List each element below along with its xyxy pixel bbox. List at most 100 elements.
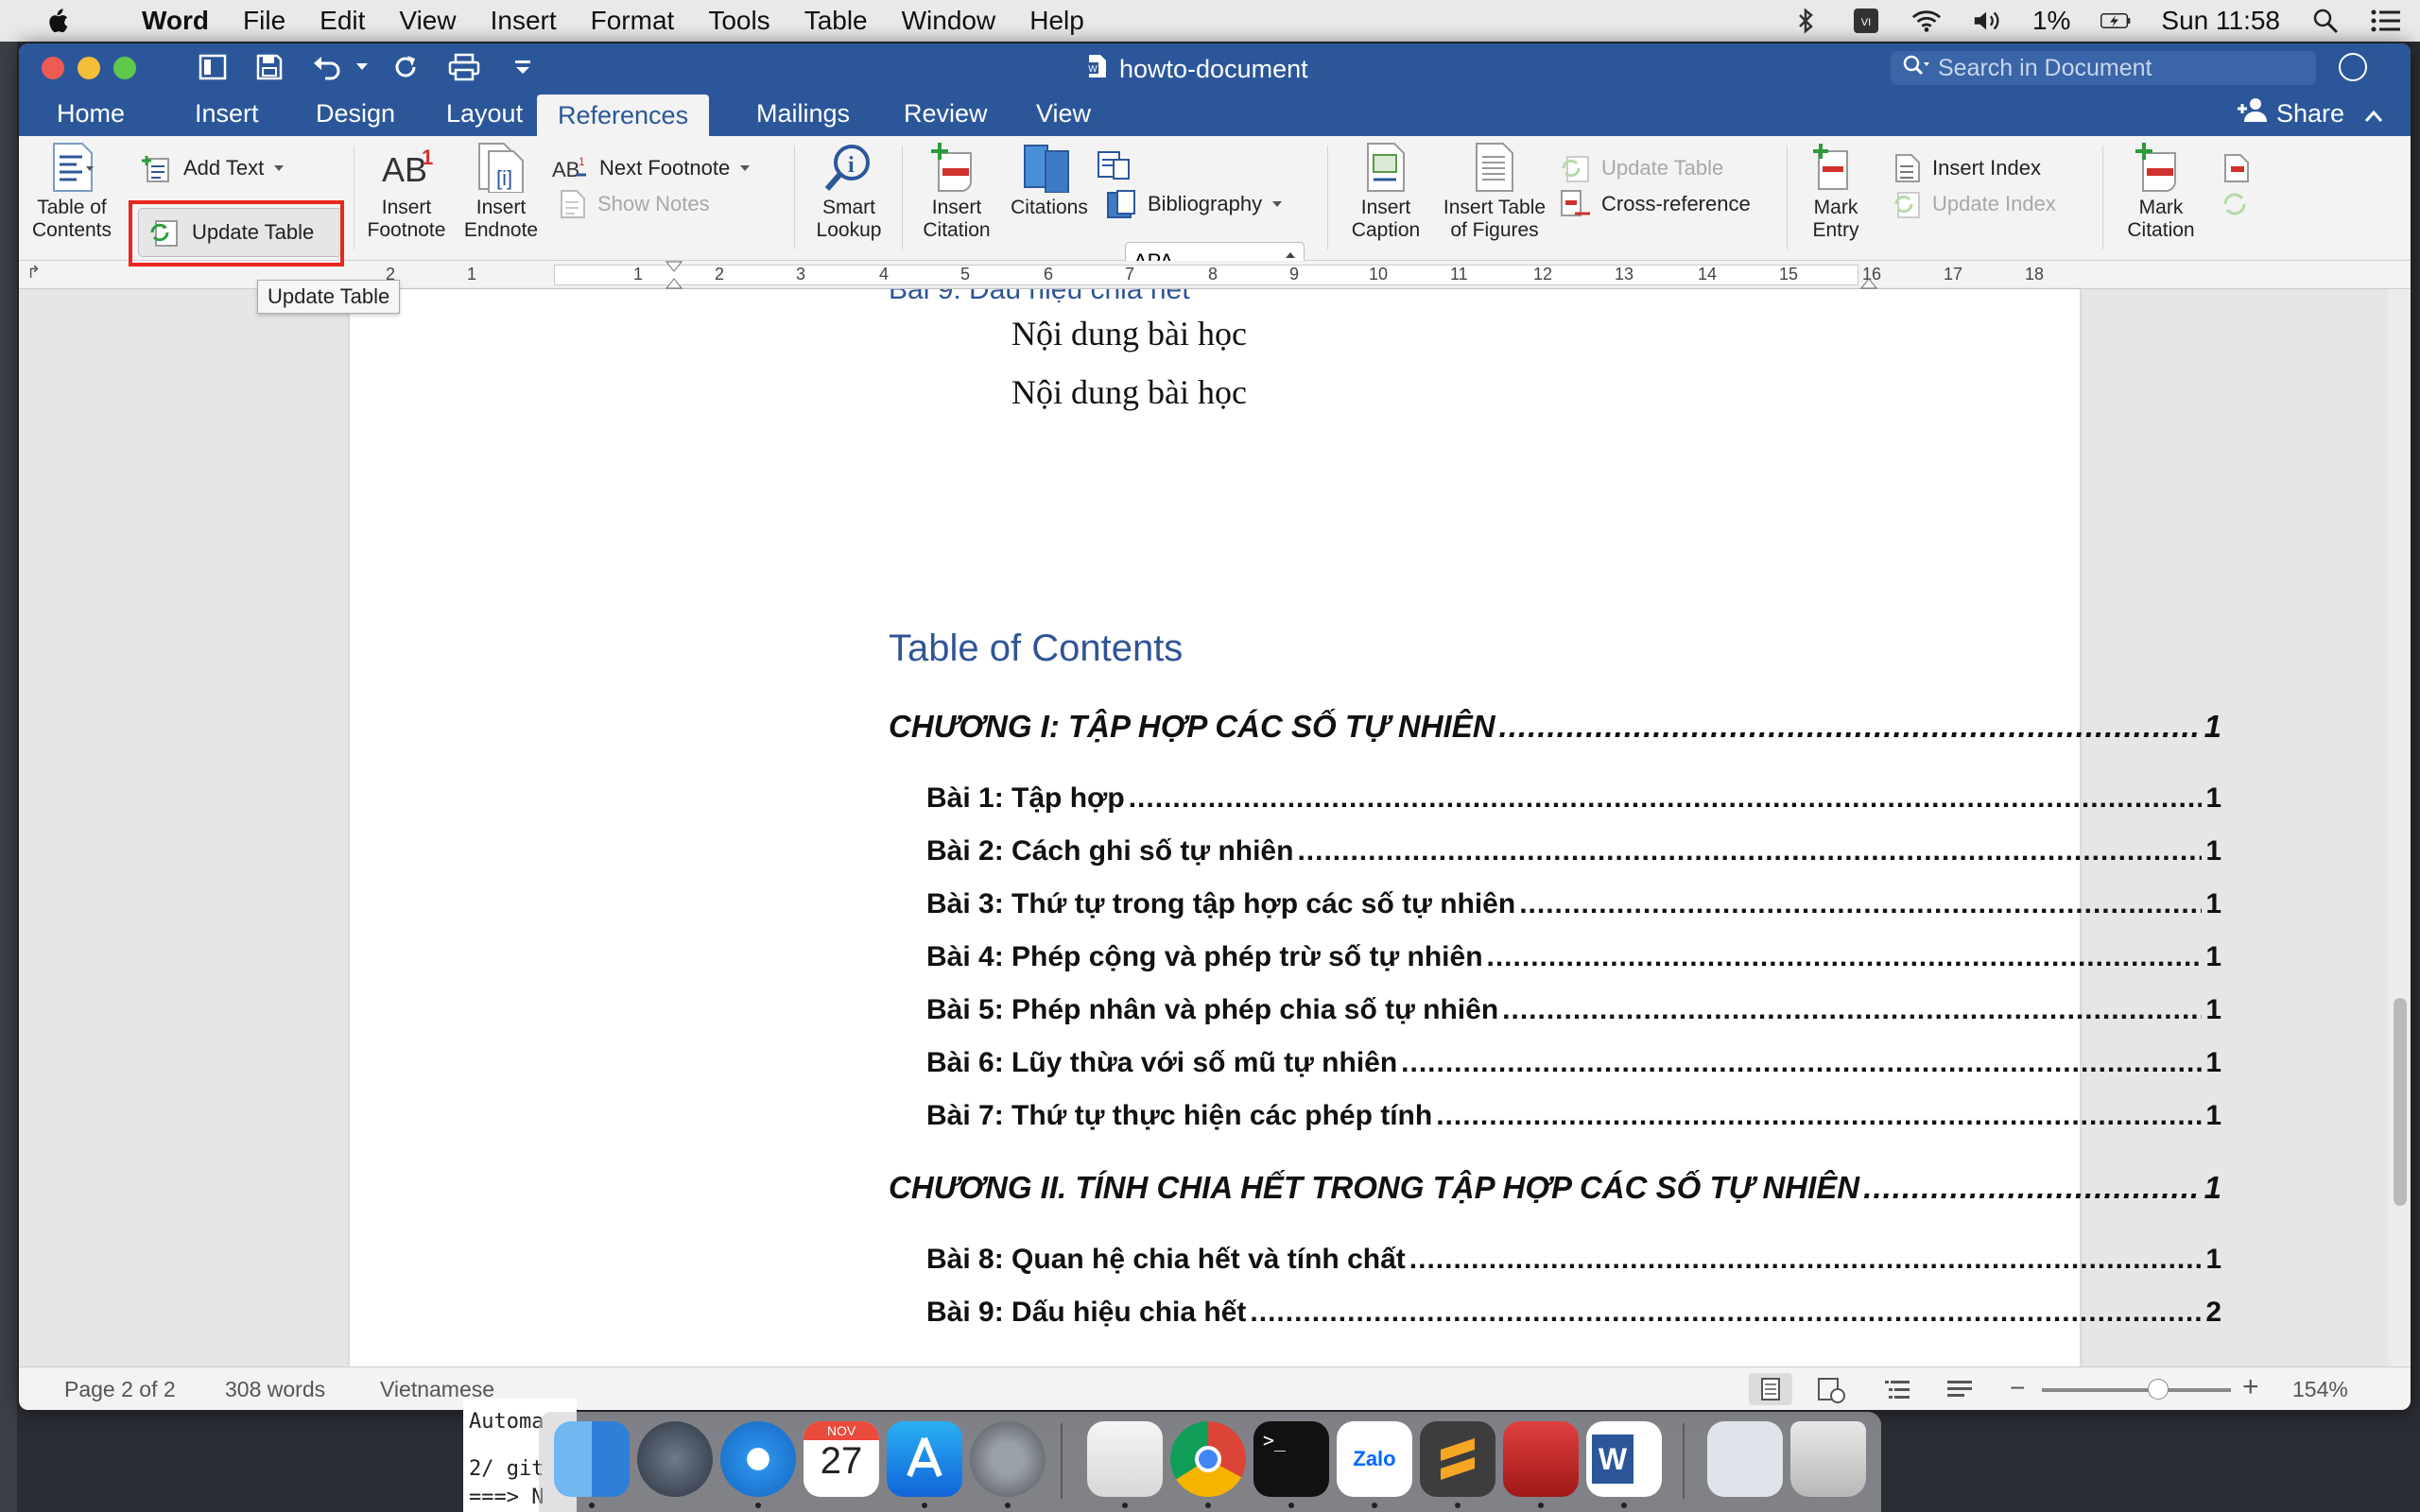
minimize-window-button[interactable] bbox=[78, 57, 100, 79]
insert-index-button[interactable]: Insert Index bbox=[1893, 151, 2041, 185]
zoom-in-icon[interactable]: + bbox=[2242, 1371, 2259, 1403]
insert-table-of-authorities-icon[interactable] bbox=[2221, 151, 2252, 185]
toc-entry[interactable]: Bài 8: Quan hệ chia hết và tính chất1 bbox=[926, 1244, 2221, 1276]
launchpad-rocket-icon[interactable] bbox=[637, 1421, 713, 1497]
zalo-icon[interactable]: Zalo bbox=[1337, 1421, 1412, 1497]
tab-references[interactable]: References bbox=[537, 94, 710, 136]
insert-footnote-button[interactable]: AB 1 Insert Footnote bbox=[359, 142, 454, 242]
update-table-of-authorities-icon[interactable] bbox=[2221, 187, 2252, 221]
save-icon[interactable] bbox=[255, 53, 284, 81]
tab-home[interactable]: Home bbox=[47, 91, 134, 136]
tab-view[interactable]: View bbox=[1027, 91, 1100, 136]
undo-dropdown-icon[interactable] bbox=[355, 53, 369, 81]
menu-insert[interactable]: Insert bbox=[491, 6, 557, 36]
document-page[interactable]: Bài 9: Dấu hiệu chia hết Nội dung bài họ… bbox=[350, 289, 2221, 1366]
show-notes-button[interactable]: Show Notes bbox=[558, 187, 710, 221]
customize-toolbar-icon[interactable] bbox=[514, 53, 531, 81]
word-icon[interactable]: W bbox=[1586, 1421, 1662, 1497]
vertical-scrollbar[interactable] bbox=[2388, 289, 2411, 1366]
toc-entry[interactable]: Bài 1: Tập hợp1 bbox=[926, 782, 2221, 815]
toc-entry[interactable]: Bài 9: Dấu hiệu chia hết2 bbox=[926, 1297, 2221, 1329]
bibliography-button[interactable]: Bibliography bbox=[1106, 187, 1283, 221]
input-source-icon[interactable]: VI bbox=[1851, 6, 1881, 36]
tab-design[interactable]: Design bbox=[306, 91, 405, 136]
downloads-stack-icon[interactable] bbox=[1707, 1421, 1783, 1497]
spotlight-search-icon[interactable] bbox=[2310, 6, 2341, 36]
sidebar-toggle-icon[interactable] bbox=[199, 53, 227, 81]
toc-entry[interactable]: Bài 5: Phép nhân và phép chia số tự nhiê… bbox=[926, 994, 2221, 1026]
sublime-text-icon[interactable] bbox=[1420, 1421, 1495, 1497]
insert-citation-button[interactable]: Insert Citation bbox=[908, 142, 1006, 242]
smart-lookup-button[interactable]: i Smart Lookup bbox=[802, 142, 896, 242]
mark-citation-button[interactable]: Mark Citation bbox=[2112, 142, 2210, 242]
print-icon[interactable] bbox=[448, 53, 480, 81]
feedback-smiley-icon[interactable] bbox=[2339, 53, 2367, 81]
update-table-of-figures-button[interactable]: Update Table bbox=[1560, 151, 1723, 185]
add-text-button[interactable]: Add Text bbox=[140, 151, 285, 185]
toc-entry[interactable]: Bài 2: Cách ghi số tự nhiên1 bbox=[926, 835, 2221, 868]
close-window-button[interactable] bbox=[42, 57, 64, 79]
table-of-contents-button[interactable]: Table of Contents bbox=[23, 142, 121, 242]
tab-review[interactable]: Review bbox=[894, 91, 997, 136]
menu-file[interactable]: File bbox=[243, 6, 285, 36]
chrome-icon[interactable] bbox=[1170, 1421, 1246, 1497]
textedit-icon[interactable] bbox=[1087, 1421, 1163, 1497]
zoom-out-icon[interactable]: − bbox=[2010, 1373, 2025, 1403]
apple-icon[interactable] bbox=[38, 0, 76, 42]
toc-entry[interactable]: Bài 7: Thứ tự thực hiện các phép tính1 bbox=[926, 1100, 2221, 1132]
menu-view[interactable]: View bbox=[399, 6, 456, 36]
system-preferences-gear-icon[interactable] bbox=[970, 1421, 1046, 1497]
terminal-icon[interactable]: >_ bbox=[1253, 1421, 1329, 1497]
trash-icon[interactable] bbox=[1790, 1421, 1866, 1497]
collapse-ribbon-icon[interactable] bbox=[2364, 91, 2383, 136]
zoom-slider[interactable] bbox=[2042, 1388, 2231, 1392]
citations-button[interactable]: Citations bbox=[1004, 142, 1095, 219]
calendar-icon[interactable]: NOV 27 bbox=[804, 1421, 879, 1497]
draft-view-icon[interactable] bbox=[1944, 1373, 1976, 1410]
search-document-input[interactable]: Search in Document bbox=[1891, 51, 2316, 85]
database-icon[interactable] bbox=[1503, 1421, 1579, 1497]
clock[interactable]: Sun 11:58 bbox=[2161, 6, 2280, 36]
mark-entry-button[interactable]: Mark Entry bbox=[1796, 142, 1876, 242]
menu-format[interactable]: Format bbox=[591, 6, 675, 36]
insert-table-of-figures-button[interactable]: Insert Table of Figures bbox=[1433, 142, 1556, 242]
maximize-window-button[interactable] bbox=[113, 57, 136, 79]
menu-edit[interactable]: Edit bbox=[320, 6, 365, 36]
wifi-icon[interactable] bbox=[1911, 6, 1942, 36]
menu-tools[interactable]: Tools bbox=[708, 6, 769, 36]
toc-entry-chapter[interactable]: CHƯƠNG II. TÍNH CHIA HẾT TRONG TẬP HỢP C… bbox=[889, 1170, 2221, 1206]
battery-charging-icon[interactable] bbox=[2100, 6, 2131, 36]
web-layout-view-icon[interactable] bbox=[1815, 1373, 1847, 1410]
undo-icon[interactable] bbox=[312, 53, 344, 81]
next-footnote-button[interactable]: AB 1 Next Footnote bbox=[552, 151, 751, 185]
update-index-button[interactable]: Update Index bbox=[1893, 187, 2056, 221]
page-count[interactable]: Page 2 of 2 bbox=[64, 1377, 176, 1402]
menu-table[interactable]: Table bbox=[804, 6, 868, 36]
finder-icon[interactable] bbox=[554, 1421, 630, 1497]
manage-sources-icon[interactable] bbox=[1097, 147, 1131, 181]
zoom-level[interactable]: 154% bbox=[2292, 1377, 2348, 1402]
toc-entry-chapter[interactable]: CHƯƠNG I: TẬP HỢP CÁC SỐ TỰ NHIÊN1 bbox=[889, 709, 2221, 745]
tab-stop-icon[interactable]: ↱ bbox=[26, 263, 41, 283]
share-button[interactable]: Share bbox=[2237, 91, 2383, 136]
volume-icon[interactable] bbox=[1972, 6, 2002, 36]
print-layout-view-icon[interactable] bbox=[1749, 1373, 1792, 1405]
app-store-icon[interactable] bbox=[887, 1421, 962, 1497]
tab-mailings[interactable]: Mailings bbox=[747, 91, 859, 136]
tab-insert[interactable]: Insert bbox=[185, 91, 268, 136]
notification-center-icon[interactable] bbox=[2371, 6, 2401, 36]
toc-entry[interactable]: Bài 4: Phép cộng và phép trừ số tự nhiên… bbox=[926, 941, 2221, 973]
bluetooth-icon[interactable] bbox=[1790, 6, 1821, 36]
scrollbar-thumb[interactable] bbox=[2394, 998, 2407, 1206]
tab-layout[interactable]: Layout bbox=[437, 91, 532, 136]
cross-reference-button[interactable]: Cross-reference bbox=[1560, 187, 1751, 221]
toc-entry[interactable]: Bài 3: Thứ tự trong tập hợp các số tự nh… bbox=[926, 888, 2221, 920]
toc-entry[interactable]: Bài 6: Lũy thừa với số mũ tự nhiên1 bbox=[926, 1047, 2221, 1079]
zoom-slider-thumb[interactable] bbox=[2148, 1379, 2169, 1400]
safari-icon[interactable] bbox=[720, 1421, 796, 1497]
menu-app-word[interactable]: Word bbox=[142, 6, 209, 36]
insert-endnote-button[interactable]: [i] Insert Endnote bbox=[454, 142, 548, 242]
redo-icon[interactable] bbox=[391, 53, 420, 81]
insert-caption-button[interactable]: Insert Caption bbox=[1337, 142, 1435, 242]
menu-help[interactable]: Help bbox=[1029, 6, 1084, 36]
